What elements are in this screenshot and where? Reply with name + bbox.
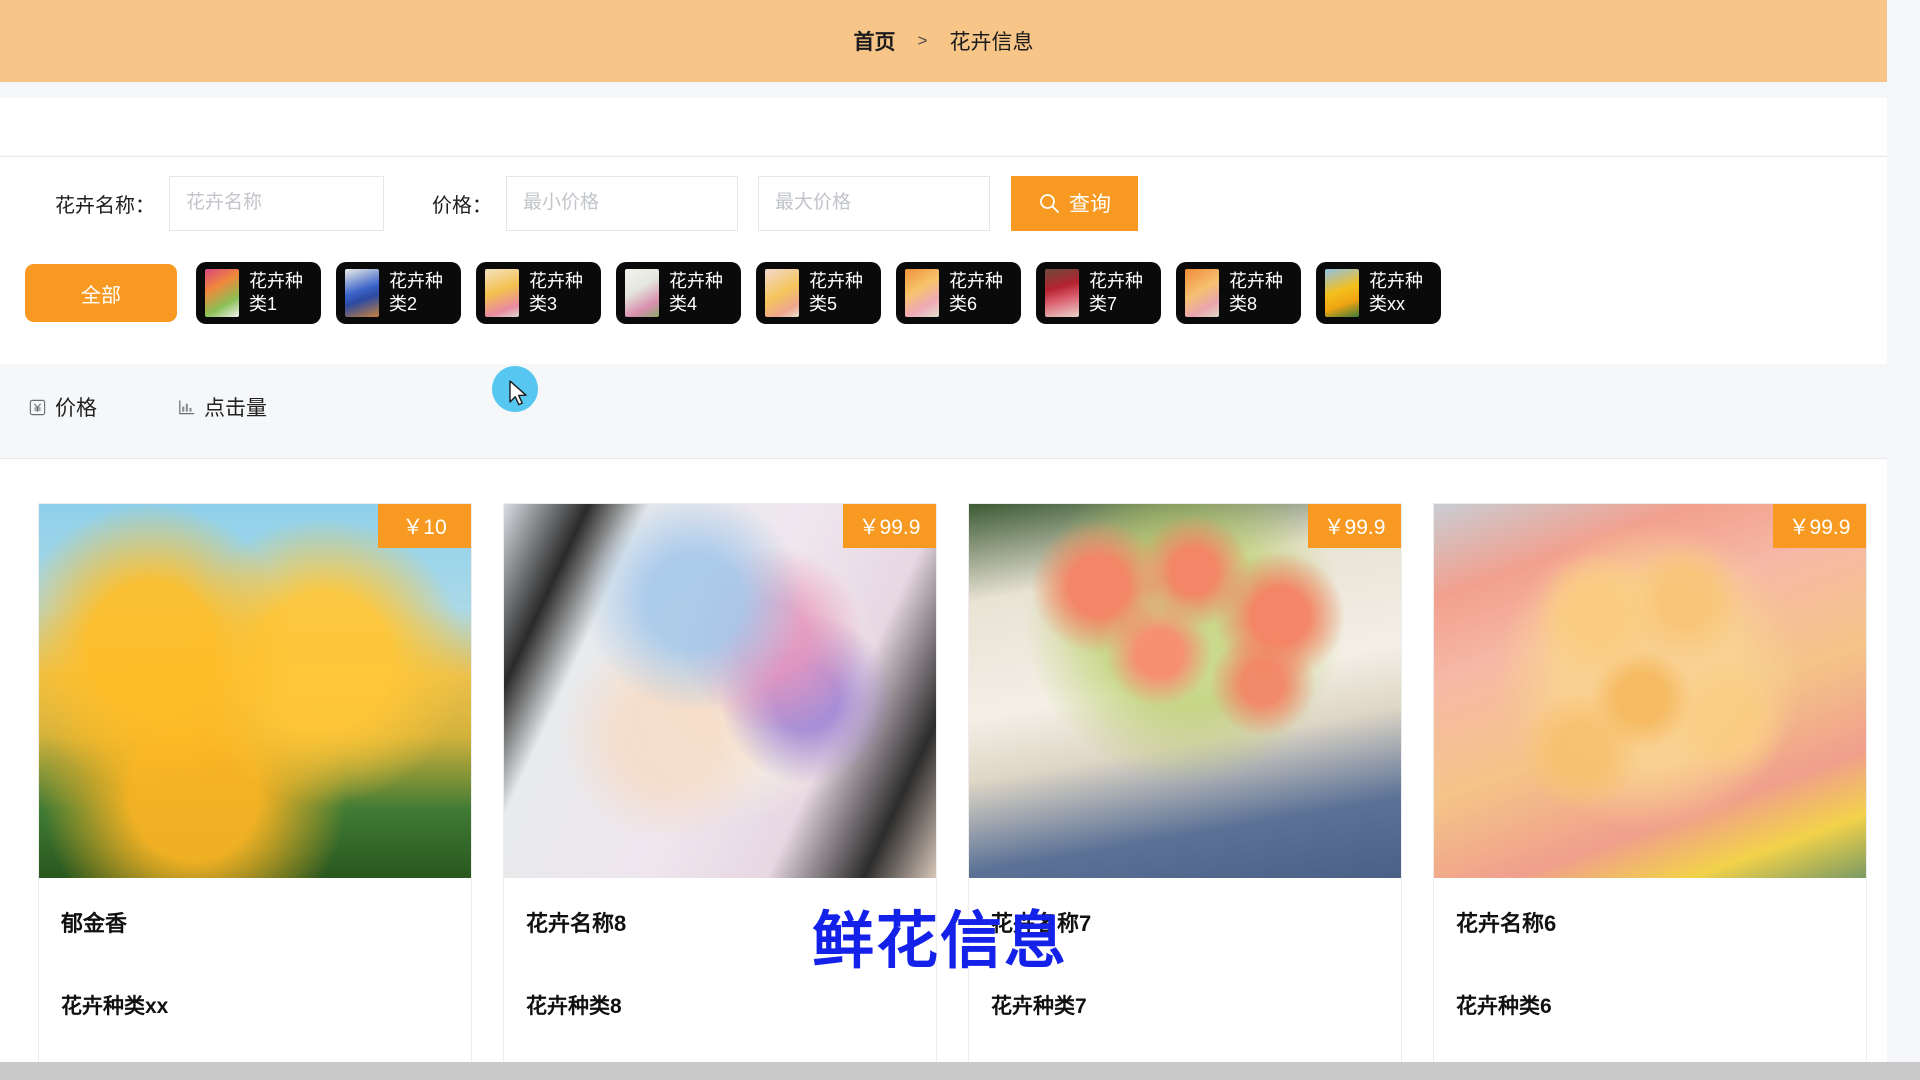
category-chip-label: 花卉种类xx <box>1369 271 1423 314</box>
category-chip-label: 花卉种类5 <box>809 271 863 314</box>
flower-category: 花卉种类6 <box>1456 995 1552 1018</box>
flower-category: 花卉种类8 <box>526 995 622 1018</box>
category-chip-8[interactable]: 花卉种类8 <box>1176 262 1301 324</box>
price-min-input[interactable] <box>506 175 738 231</box>
flower-image: ￥99.9 <box>969 504 1401 878</box>
category-thumbnail-icon <box>765 269 799 317</box>
price-max-input[interactable] <box>758 175 990 231</box>
category-thumbnail-icon <box>345 269 379 317</box>
category-thumbnail-icon <box>205 269 239 317</box>
category-chip-row: 全部 花卉种类1 花卉种类2 花卉种类3 花卉种类4 花卉种类5 花卉种类6 花… <box>0 249 1887 337</box>
breadcrumb-separator-icon: > <box>917 31 928 50</box>
bar-chart-icon <box>177 398 196 417</box>
category-chip-xx[interactable]: 花卉种类xx <box>1316 262 1441 324</box>
content-top-band <box>0 98 1887 155</box>
sort-by-views[interactable]: 点击量 <box>177 392 267 422</box>
flower-title: 花卉名称6 <box>1456 911 1557 936</box>
category-thumbnail-icon <box>1185 269 1219 317</box>
sort-by-views-label: 点击量 <box>204 397 267 420</box>
breadcrumb-home-link[interactable]: 首页 <box>854 26 896 56</box>
category-chip-label: 花卉种类2 <box>389 271 443 314</box>
flower-image: ￥10 <box>39 504 471 878</box>
category-chip-2[interactable]: 花卉种类2 <box>336 262 461 324</box>
category-chip-4[interactable]: 花卉种类4 <box>616 262 741 324</box>
category-chip-label: 花卉种类8 <box>1229 271 1283 314</box>
flower-category: 花卉种类7 <box>991 995 1087 1018</box>
flower-card-body: 花卉名称7 花卉种类7 <box>969 878 1401 1020</box>
category-chip-1[interactable]: 花卉种类1 <box>196 262 321 324</box>
category-chip-6[interactable]: 花卉种类6 <box>896 262 1021 324</box>
price-label: 价格： <box>432 194 492 217</box>
price-badge: ￥99.9 <box>1308 504 1401 548</box>
category-thumbnail-icon <box>1325 269 1359 317</box>
category-chip-5[interactable]: 花卉种类5 <box>756 262 881 324</box>
category-chip-label: 花卉种类1 <box>249 271 303 314</box>
flower-image: ￥99.9 <box>1434 504 1866 878</box>
category-thumbnail-icon <box>485 269 519 317</box>
sort-row: 价格 点击量 <box>0 364 1887 450</box>
flower-title: 花卉名称7 <box>991 911 1092 936</box>
flower-card-body: 花卉名称6 花卉种类6 <box>1434 878 1866 1020</box>
price-badge: ￥10 <box>378 504 471 548</box>
category-chip-label: 花卉种类4 <box>669 271 723 314</box>
category-chip-7[interactable]: 花卉种类7 <box>1036 262 1161 324</box>
price-badge: ￥99.9 <box>843 504 936 548</box>
price-yen-icon <box>28 398 47 417</box>
sort-by-price[interactable]: 价格 <box>28 392 97 422</box>
flower-name-label: 花卉名称： <box>55 194 155 217</box>
bottom-bar <box>0 1062 1920 1080</box>
flower-card-grid: ￥10 郁金香 花卉种类xx 1 <box>0 458 1887 1080</box>
right-gutter <box>1887 0 1920 1062</box>
breadcrumb-current: 花卉信息 <box>949 31 1034 54</box>
flower-card[interactable]: ￥99.9 花卉名称8 花卉种类8 8 <box>503 503 937 1080</box>
flower-name-input[interactable] <box>169 175 384 231</box>
flower-card-body: 花卉名称8 花卉种类8 <box>504 878 936 1020</box>
category-chip-all[interactable]: 全部 <box>25 264 177 322</box>
flower-title: 郁金香 <box>61 911 128 936</box>
search-icon <box>1038 192 1060 214</box>
filter-panel: 花卉名称： 价格： 查询 全部 花卉 <box>0 156 1887 364</box>
category-thumbnail-icon <box>1045 269 1079 317</box>
category-thumbnail-icon <box>625 269 659 317</box>
flower-card[interactable]: ￥99.9 花卉名称6 花卉种类6 6 <box>1433 503 1867 1080</box>
category-thumbnail-icon <box>905 269 939 317</box>
flower-card-body: 郁金香 花卉种类xx <box>39 878 471 1020</box>
flower-category: 花卉种类xx <box>61 995 169 1018</box>
search-submit-button[interactable]: 查询 <box>1011 175 1138 231</box>
breadcrumb: 首页 > 花卉信息 <box>854 26 1034 56</box>
flower-image: ￥99.9 <box>504 504 936 878</box>
price-badge: ￥99.9 <box>1773 504 1866 548</box>
category-chip-label: 花卉种类6 <box>949 271 1003 314</box>
category-chip-3[interactable]: 花卉种类3 <box>476 262 601 324</box>
flower-card[interactable]: ￥10 郁金香 花卉种类xx 1 <box>38 503 472 1080</box>
page-root: 首页 > 花卉信息 花卉名称： 价格： 查询 <box>0 0 1920 1080</box>
sort-by-price-label: 价格 <box>55 397 97 420</box>
flower-card[interactable]: ￥99.9 花卉名称7 花卉种类7 7 <box>968 503 1402 1080</box>
flower-title: 花卉名称8 <box>526 911 627 936</box>
breadcrumb-bar: 首页 > 花卉信息 <box>0 0 1887 82</box>
category-chip-label: 花卉种类7 <box>1089 271 1143 314</box>
category-chip-label: 花卉种类3 <box>529 271 583 314</box>
search-row: 花卉名称： 价格： 查询 <box>0 157 1887 249</box>
search-submit-label: 查询 <box>1069 193 1111 216</box>
category-chip-all-label: 全部 <box>81 284 121 307</box>
